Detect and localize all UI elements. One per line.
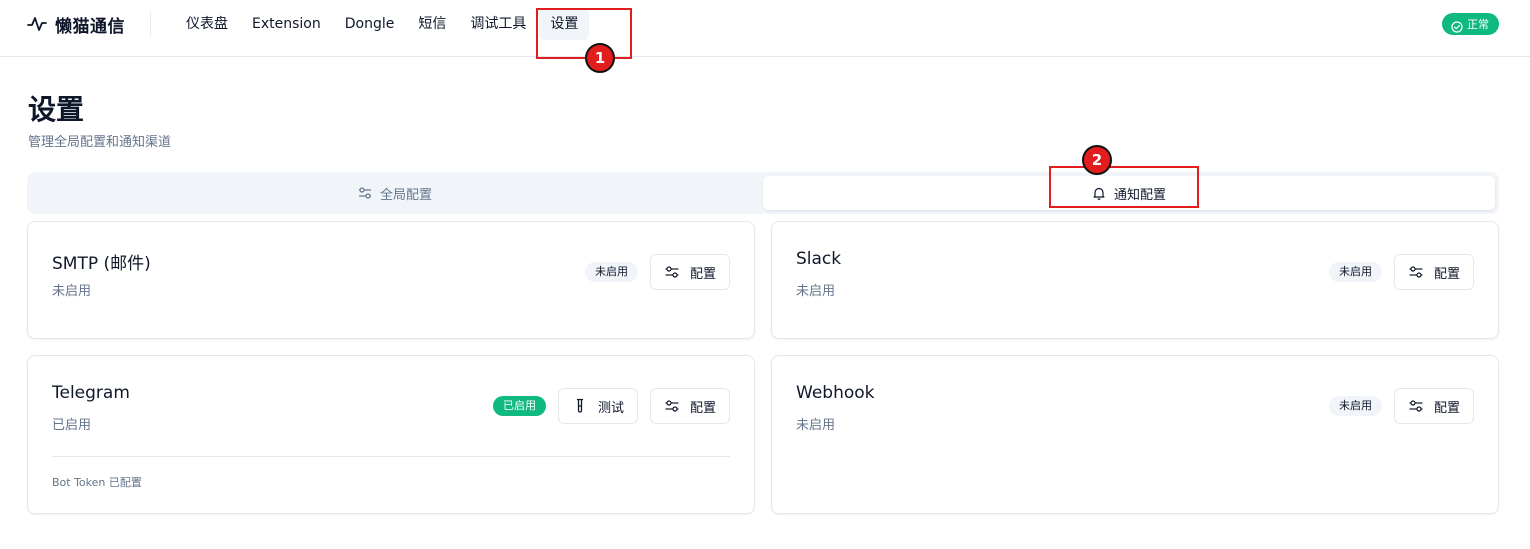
card-status: 已启用: [52, 418, 92, 433]
card-title: Telegram: [52, 383, 130, 403]
activity-pulse-icon: [27, 14, 47, 34]
configure-button-label: 配置: [1433, 266, 1460, 282]
card-actions: 未启用 配置: [584, 254, 730, 290]
top-navigation-bar: 懒猫通信 仪表盘 Extension Dongle 短信 调试工具 设置 正常: [0, 0, 1530, 57]
tab-global-config[interactable]: 全局配置: [31, 176, 759, 210]
configure-button[interactable]: 配置: [1393, 254, 1474, 290]
main-nav: 仪表盘 Extension Dongle 短信 调试工具 设置: [175, 8, 590, 40]
configure-button[interactable]: 配置: [1393, 388, 1474, 424]
annotation-marker-1: 1: [585, 43, 615, 73]
channel-card-telegram: Telegram 已启用 已启用 测试 配置 Bot Token 已配置: [27, 355, 755, 514]
card-divider: [52, 456, 730, 457]
settings-tabs: 全局配置 通知配置: [27, 172, 1499, 214]
configure-button[interactable]: 配置: [649, 388, 730, 424]
sliders-icon: [1408, 398, 1424, 414]
sliders-icon: [358, 186, 372, 200]
configure-button[interactable]: 配置: [649, 254, 730, 290]
nav-dashboard[interactable]: 仪表盘: [175, 8, 239, 40]
page-title: 设置: [28, 93, 85, 126]
channel-card-smtp: SMTP (邮件) 未启用 未启用 配置: [27, 221, 755, 339]
annotation-box-2: [1049, 166, 1199, 208]
brand-name: 懒猫通信: [55, 16, 125, 37]
configure-button-label: 配置: [689, 400, 716, 416]
check-circle-icon: [1451, 18, 1463, 33]
configure-button-label: 配置: [689, 266, 716, 282]
status-badge: 未启用: [584, 262, 638, 282]
card-note: Bot Token 已配置: [52, 476, 142, 489]
sliders-icon: [664, 398, 680, 414]
status-badge: 未启用: [1328, 396, 1382, 416]
card-title: Webhook: [796, 383, 875, 403]
nav-extension[interactable]: Extension: [241, 8, 332, 40]
test-button[interactable]: 测试: [557, 388, 638, 424]
card-status: 未启用: [52, 284, 92, 299]
status-badge: 已启用: [492, 396, 546, 416]
status-badge: 未启用: [1328, 262, 1382, 282]
card-status: 未启用: [796, 418, 836, 433]
page-subtitle: 管理全局配置和通知渠道: [28, 135, 172, 150]
card-status: 未启用: [796, 284, 836, 299]
status-text: 正常: [1467, 18, 1489, 31]
channel-card-slack: Slack 未启用 未启用 配置: [771, 221, 1499, 339]
channel-card-webhook: Webhook 未启用 未启用 配置: [771, 355, 1499, 514]
annotation-box-1: [536, 8, 632, 59]
annotation-marker-2: 2: [1082, 145, 1112, 175]
status-badge: 正常: [1442, 13, 1499, 35]
card-actions: 已启用 测试 配置: [492, 388, 730, 424]
nav-debug-tools[interactable]: 调试工具: [459, 8, 537, 40]
configure-button-label: 配置: [1433, 400, 1460, 416]
tab-global-config-label: 全局配置: [379, 187, 432, 203]
sliders-icon: [1408, 264, 1424, 280]
test-button-label: 测试: [597, 400, 624, 416]
test-tube-icon: [572, 398, 588, 414]
nav-sms[interactable]: 短信: [407, 8, 457, 40]
nav-dongle[interactable]: Dongle: [334, 8, 406, 40]
card-actions: 未启用 配置: [1328, 254, 1474, 290]
card-title: Slack: [796, 249, 842, 269]
card-title: SMTP (邮件): [52, 254, 151, 274]
brand[interactable]: 懒猫通信: [27, 12, 125, 37]
card-actions: 未启用 配置: [1328, 388, 1474, 424]
brand-divider: [150, 12, 151, 36]
sliders-icon: [664, 264, 680, 280]
